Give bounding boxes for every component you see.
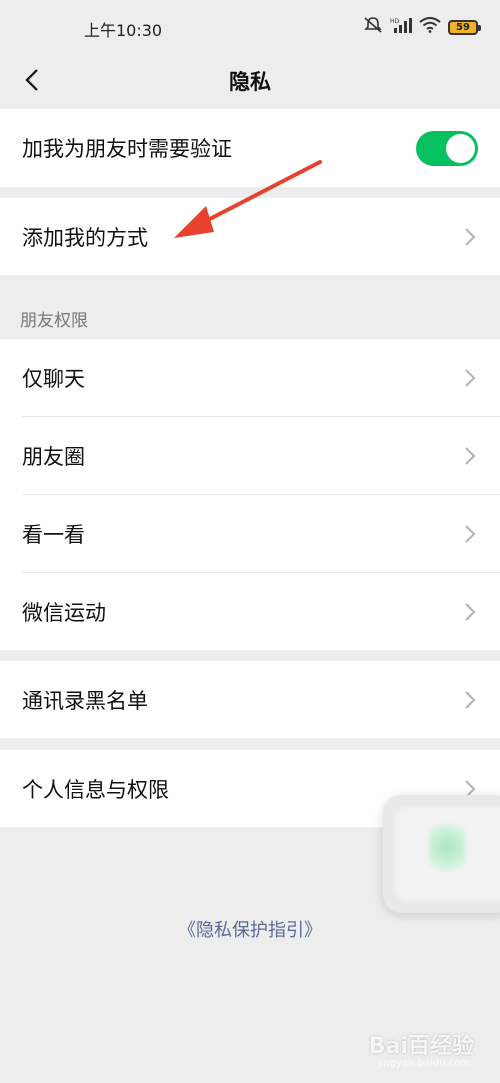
add-methods-label: 添加我的方式	[22, 225, 148, 250]
watermark-logo: Bai百经验	[368, 1034, 474, 1059]
personal-info-label: 个人信息与权限	[22, 777, 169, 802]
floating-app-icon	[429, 825, 465, 879]
permission-label: 看一看	[22, 523, 85, 547]
privacy-guide-link[interactable]: 《隐私保护指引》	[0, 916, 500, 942]
blacklist-label: 通讯录黑名单	[22, 688, 148, 713]
chevron-right-icon	[465, 525, 476, 543]
add-methods-group: 添加我的方式	[0, 198, 500, 275]
permission-row-werun[interactable]: 微信运动	[0, 573, 500, 650]
verify-label: 加我为朋友时需要验证	[22, 137, 232, 161]
permission-row-top-stories[interactable]: 看一看	[0, 495, 500, 573]
chevron-right-icon	[465, 602, 476, 621]
blacklist-row[interactable]: 通讯录黑名单	[0, 661, 500, 738]
nav-bar: 隐私	[0, 56, 500, 106]
battery-icon: 59	[448, 19, 481, 35]
verify-row: 加我为朋友时需要验证	[0, 109, 500, 187]
floating-window-preview	[395, 807, 500, 901]
permission-row-moments[interactable]: 朋友圈	[0, 417, 500, 495]
wifi-icon	[419, 17, 441, 37]
chevron-right-icon	[465, 227, 476, 246]
mute-icon	[363, 16, 383, 38]
permission-label: 仅聊天	[22, 367, 85, 391]
chevron-right-icon	[465, 690, 476, 709]
permission-label: 朋友圈	[22, 445, 85, 469]
watermark-url: jingyan.baidu.com	[377, 1058, 470, 1069]
permission-label: 微信运动	[22, 600, 106, 625]
chevron-right-icon	[465, 447, 476, 465]
floating-window[interactable]	[383, 795, 500, 913]
verify-toggle[interactable]	[416, 131, 478, 166]
add-methods-row[interactable]: 添加我的方式	[0, 198, 500, 275]
status-bar: 上午10:30 HD 59	[0, 0, 500, 56]
chevron-right-icon	[465, 369, 476, 387]
page-title: 隐私	[229, 70, 271, 94]
status-time: 上午10:30	[84, 21, 163, 40]
section-header-friend-permissions: 朋友权限	[20, 311, 88, 331]
blacklist-group: 通讯录黑名单	[0, 661, 500, 738]
friend-permissions-group: 仅聊天 朋友圈 看一看 微信运动	[0, 339, 500, 650]
permission-row-chat-only[interactable]: 仅聊天	[0, 339, 500, 417]
status-icons: HD 59	[363, 16, 481, 38]
toggle-knob	[446, 134, 475, 163]
verify-group: 加我为朋友时需要验证	[0, 109, 500, 187]
signal-icon: HD	[390, 17, 412, 37]
svg-text:HD: HD	[390, 18, 400, 25]
